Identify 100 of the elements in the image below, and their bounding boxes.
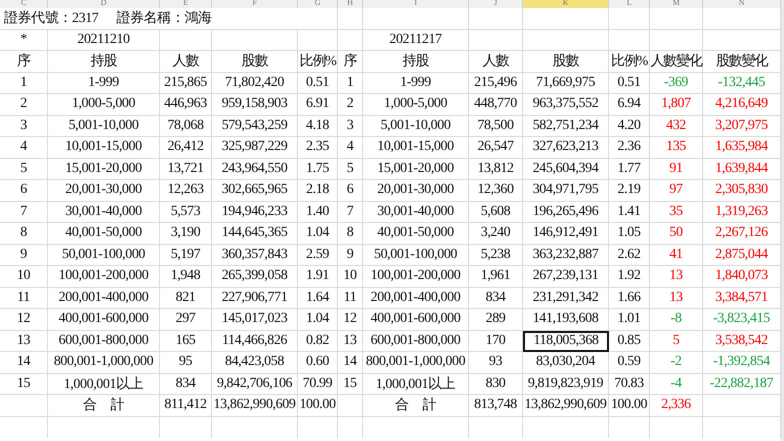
table-cell[interactable]: 267,239,131: [523, 266, 609, 288]
column-heading: 持股: [363, 51, 469, 72]
column-heading: 序: [0, 51, 48, 72]
table-cell: 0.60: [298, 352, 338, 374]
table-cell: 0.82: [298, 330, 338, 352]
column-heading: 序: [338, 51, 363, 72]
table-cell[interactable]: 363,232,887: [523, 244, 609, 266]
table-cell[interactable]: 146,912,491: [523, 223, 609, 244]
table-cell: 1.04: [298, 223, 338, 244]
table-cell: 1,807: [650, 94, 703, 116]
table-cell: -3,823,415: [703, 309, 781, 330]
empty-cell: [0, 395, 48, 416]
column-header[interactable]: N: [703, 0, 781, 8]
table-cell[interactable]: 9,819,823,919: [523, 374, 609, 395]
table-cell: 5,238: [469, 244, 523, 266]
table-cell: 50,001-100,000: [363, 244, 469, 266]
table-cell: 813,748: [469, 395, 523, 416]
table-cell: 4.18: [298, 116, 338, 137]
table-cell[interactable]: 71,669,975: [523, 72, 609, 94]
column-heading: 人數: [469, 51, 523, 72]
table-cell: 40,001-50,000: [48, 223, 160, 244]
table-cell: 1,000-5,000: [363, 94, 469, 116]
table-cell: 12,263: [160, 180, 212, 202]
table-cell: 13: [0, 330, 48, 352]
empty-cell: [298, 8, 338, 30]
table-cell: 95: [160, 352, 212, 374]
table-cell[interactable]: 118,005,368: [523, 330, 609, 352]
table-cell: 13,812: [469, 158, 523, 180]
table-cell[interactable]: 582,751,234: [523, 116, 609, 137]
column-header[interactable]: M: [650, 0, 703, 8]
table-cell: 100,001-200,000: [363, 266, 469, 288]
table-cell: 302,665,965: [212, 180, 298, 202]
empty-cell: [160, 30, 212, 51]
table-cell: 10: [0, 266, 48, 288]
table-cell[interactable]: 83,030,204: [523, 352, 609, 374]
table-cell: 12: [338, 309, 363, 330]
column-header[interactable]: H: [338, 0, 363, 8]
table-cell[interactable]: 245,604,394: [523, 158, 609, 180]
table-cell: 14: [338, 352, 363, 374]
column-header[interactable]: J: [469, 0, 523, 8]
table-cell: 13,862,990,609: [212, 395, 298, 416]
table-cell: 26,412: [160, 137, 212, 158]
table-cell: 800,001-1,000,000: [48, 352, 160, 374]
table-cell: 13,721: [160, 158, 212, 180]
empty-cell: [650, 8, 703, 30]
table-cell[interactable]: 963,375,552: [523, 94, 609, 116]
column-heading: 股數變化: [703, 51, 781, 72]
table-cell: 400,001-600,000: [48, 309, 160, 330]
table-cell[interactable]: 327,623,213: [523, 137, 609, 158]
table-cell: 5: [0, 158, 48, 180]
table-cell[interactable]: 304,971,795: [523, 180, 609, 202]
table-cell: 6: [0, 180, 48, 202]
table-cell: 5: [650, 330, 703, 352]
table-cell: 6.94: [609, 94, 650, 116]
column-heading: 人數: [160, 51, 212, 72]
table-cell: 1.05: [609, 223, 650, 244]
table-cell: 13,862,990,609: [523, 395, 609, 416]
table-cell: -22,882,187: [703, 374, 781, 395]
column-header[interactable]: E: [160, 0, 212, 8]
table-cell: 41: [650, 244, 703, 266]
table-cell: 12: [0, 309, 48, 330]
table-cell: 84,423,058: [212, 352, 298, 374]
table-cell: 3: [338, 116, 363, 137]
table-cell: 289: [469, 309, 523, 330]
table-cell: 11: [338, 288, 363, 309]
table-cell: 200,001-400,000: [48, 288, 160, 309]
table-cell: 5,001-10,000: [48, 116, 160, 137]
table-cell[interactable]: 231,291,342: [523, 288, 609, 309]
table-cell: 91: [650, 158, 703, 180]
table-cell: 6.91: [298, 94, 338, 116]
column-header[interactable]: C: [0, 0, 48, 8]
column-header[interactable]: D: [48, 0, 160, 8]
table-cell: 20,001-30,000: [48, 180, 160, 202]
empty-cell: [609, 30, 650, 51]
table-cell: 4.20: [609, 116, 650, 137]
table-cell: 1: [0, 72, 48, 94]
table-cell: 合 計: [48, 395, 160, 416]
empty-cell: [338, 8, 363, 30]
table-cell: 1.92: [609, 266, 650, 288]
column-header[interactable]: K: [523, 0, 609, 8]
column-header[interactable]: I: [363, 0, 469, 8]
table-cell[interactable]: 196,265,496: [523, 202, 609, 223]
table-cell: 3,190: [160, 223, 212, 244]
table-cell: 1.64: [298, 288, 338, 309]
table-cell: -2: [650, 352, 703, 374]
column-header[interactable]: G: [298, 0, 338, 8]
table-cell: 7: [338, 202, 363, 223]
column-header[interactable]: F: [212, 0, 298, 8]
table-cell: 20211210: [48, 30, 160, 51]
table-cell: 830: [469, 374, 523, 395]
table-cell: 5: [338, 158, 363, 180]
table-cell: 200,001-400,000: [363, 288, 469, 309]
column-header[interactable]: L: [609, 0, 650, 8]
table-cell: 170: [469, 330, 523, 352]
table-cell[interactable]: 141,193,608: [523, 309, 609, 330]
table-cell: 5,001-10,000: [363, 116, 469, 137]
table-cell: 15: [0, 374, 48, 395]
column-heading: 持股: [48, 51, 160, 72]
table-cell: 2: [0, 94, 48, 116]
table-cell: 70.83: [609, 374, 650, 395]
